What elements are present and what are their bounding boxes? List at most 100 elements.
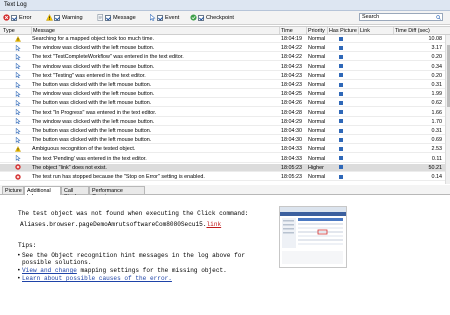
event-icon xyxy=(15,108,21,116)
picture-icon[interactable] xyxy=(339,110,343,115)
picture-icon[interactable] xyxy=(339,36,343,41)
picture-icon[interactable] xyxy=(339,146,343,151)
row-time: 18:04:33 xyxy=(281,146,302,153)
learn-more-link[interactable]: Learn about possible causes of the error… xyxy=(22,275,172,282)
col-type[interactable]: Type xyxy=(3,28,15,34)
picture-icon[interactable] xyxy=(339,128,343,133)
row-priority: Normal xyxy=(308,82,326,88)
checkpoint-icon xyxy=(190,14,197,21)
table-row[interactable]: The window was clicked with the left mou… xyxy=(0,118,446,126)
table-row[interactable]: The button was clicked with the left mou… xyxy=(0,136,446,145)
row-time: 18:05:23 xyxy=(281,164,302,171)
picture-icon[interactable] xyxy=(339,45,343,50)
col-divider xyxy=(327,27,328,34)
filter-message[interactable]: Message xyxy=(97,13,136,22)
row-priority: Normal xyxy=(308,118,326,125)
filter-warning[interactable]: Warning xyxy=(46,13,83,22)
row-time: 18:04:30 xyxy=(281,128,302,134)
col-message[interactable]: Message xyxy=(33,28,55,34)
row-time-diff: 0.31 xyxy=(431,128,443,134)
checkpoint-checkbox[interactable] xyxy=(198,14,204,21)
col-time[interactable]: Time xyxy=(281,28,293,34)
row-time: 18:04:30 xyxy=(281,137,302,144)
col-link[interactable]: Link xyxy=(360,28,370,34)
table-row[interactable]: The button was clicked with the left mou… xyxy=(0,99,446,108)
col-priority[interactable]: Priority xyxy=(308,28,325,34)
event-icon xyxy=(15,99,21,107)
row-time-diff: 0.62 xyxy=(431,100,443,107)
event-icon xyxy=(15,154,21,162)
tip-1-line2: possible solutions. xyxy=(22,259,92,266)
picture-icon[interactable] xyxy=(339,64,343,69)
row-message: The text "TestCompleteWorkflow" was ente… xyxy=(32,54,184,61)
search-icon[interactable] xyxy=(436,14,441,20)
table-row[interactable]: Searching for a mapped object took too m… xyxy=(0,35,446,43)
warning-checkbox[interactable] xyxy=(54,14,60,21)
error-checkbox[interactable] xyxy=(11,14,17,21)
scrollbar-thumb[interactable] xyxy=(446,45,450,107)
event-checkbox[interactable] xyxy=(157,14,163,21)
col-has-picture[interactable]: Has Picture xyxy=(329,28,357,34)
picture-icon[interactable] xyxy=(339,174,343,179)
row-time-diff: 0.11 xyxy=(431,155,442,162)
filter-toolbar: Error Warning Message Event Checkpoint S… xyxy=(0,11,450,25)
table-row[interactable]: The text "In Progress" was entered in th… xyxy=(0,108,446,117)
picture-icon[interactable] xyxy=(339,137,343,142)
tab-picture[interactable]: Picture xyxy=(2,186,24,194)
row-priority: Normal xyxy=(308,109,326,116)
view-change-link[interactable]: View and change xyxy=(22,267,77,274)
table-row[interactable]: The window was clicked with the left mou… xyxy=(0,90,446,99)
checkpoint-label: Checkpoint xyxy=(206,14,234,21)
detail-tabs: Picture Additional Info Call Stack Perfo… xyxy=(0,185,450,200)
tips-label: Tips: xyxy=(18,242,37,249)
filter-event[interactable]: Event xyxy=(149,13,179,22)
table-row[interactable]: The button was clicked with the left mou… xyxy=(0,81,446,89)
table-row[interactable]: The window was clicked with the left mou… xyxy=(0,44,446,53)
tip-2-text: mapping settings for the missing object. xyxy=(76,267,227,274)
tab-additional-info[interactable]: Additional Info xyxy=(24,186,61,200)
message-checkbox[interactable] xyxy=(105,14,111,21)
picture-icon[interactable] xyxy=(339,82,343,87)
object-link[interactable]: link xyxy=(207,221,222,228)
row-time-diff: 1.99 xyxy=(431,91,443,98)
screenshot-thumbnail[interactable] xyxy=(279,206,347,268)
table-row[interactable]: The text "Testing" was entered in the te… xyxy=(0,72,446,80)
row-message: The text "In Progress" was entered in th… xyxy=(32,109,157,116)
picture-icon[interactable] xyxy=(339,54,343,59)
tab-performance-counters[interactable]: Performance Counters xyxy=(89,186,145,200)
picture-icon[interactable] xyxy=(339,119,343,124)
tip-3: Learn about possible causes of the error… xyxy=(17,275,282,282)
event-icon xyxy=(15,72,21,79)
search-placeholder: Search xyxy=(362,14,380,20)
picture-icon[interactable] xyxy=(339,73,343,78)
table-row[interactable]: Ambiguous recognition of the tested obje… xyxy=(0,145,446,154)
picture-icon[interactable] xyxy=(339,91,343,96)
table-row[interactable]: The text 'Pending' was entered in the te… xyxy=(0,154,446,163)
search-input[interactable]: Search xyxy=(359,13,443,21)
picture-icon[interactable] xyxy=(339,165,343,170)
row-time-diff: 0.20 xyxy=(431,54,443,61)
warning-icon xyxy=(46,14,53,21)
table-row[interactable]: The text "TestCompleteWorkflow" was ente… xyxy=(0,53,446,62)
filter-error[interactable]: Error xyxy=(3,13,31,22)
table-row[interactable]: The test run has stopped because the "St… xyxy=(0,173,446,181)
tab-call-stack[interactable]: Call Stack xyxy=(61,186,89,200)
picture-icon[interactable] xyxy=(339,156,343,161)
event-icon xyxy=(15,127,21,134)
event-icon xyxy=(15,90,21,97)
vertical-scrollbar[interactable] xyxy=(445,35,450,184)
row-priority: Normal xyxy=(308,128,326,134)
row-message: The object "link" does not exist. xyxy=(32,164,107,171)
row-time: 18:04:23 xyxy=(281,63,302,70)
row-time-diff: 0.31 xyxy=(431,82,443,88)
picture-icon[interactable] xyxy=(339,100,343,105)
row-priority: Higher xyxy=(308,164,324,171)
event-label: Event xyxy=(165,14,180,21)
table-row[interactable]: The window was clicked with the left mou… xyxy=(0,62,446,71)
row-time: 18:04:28 xyxy=(281,109,302,116)
filter-checkpoint[interactable]: Checkpoint xyxy=(190,13,234,22)
tip-1-line1: See the Object recognition hint messages… xyxy=(22,252,246,259)
table-row[interactable]: The button was clicked with the left mou… xyxy=(0,127,446,135)
table-row[interactable]: The object "link" does not exist. 18:05:2… xyxy=(0,163,446,172)
col-time-diff[interactable]: Time Diff (sec) xyxy=(395,28,430,34)
